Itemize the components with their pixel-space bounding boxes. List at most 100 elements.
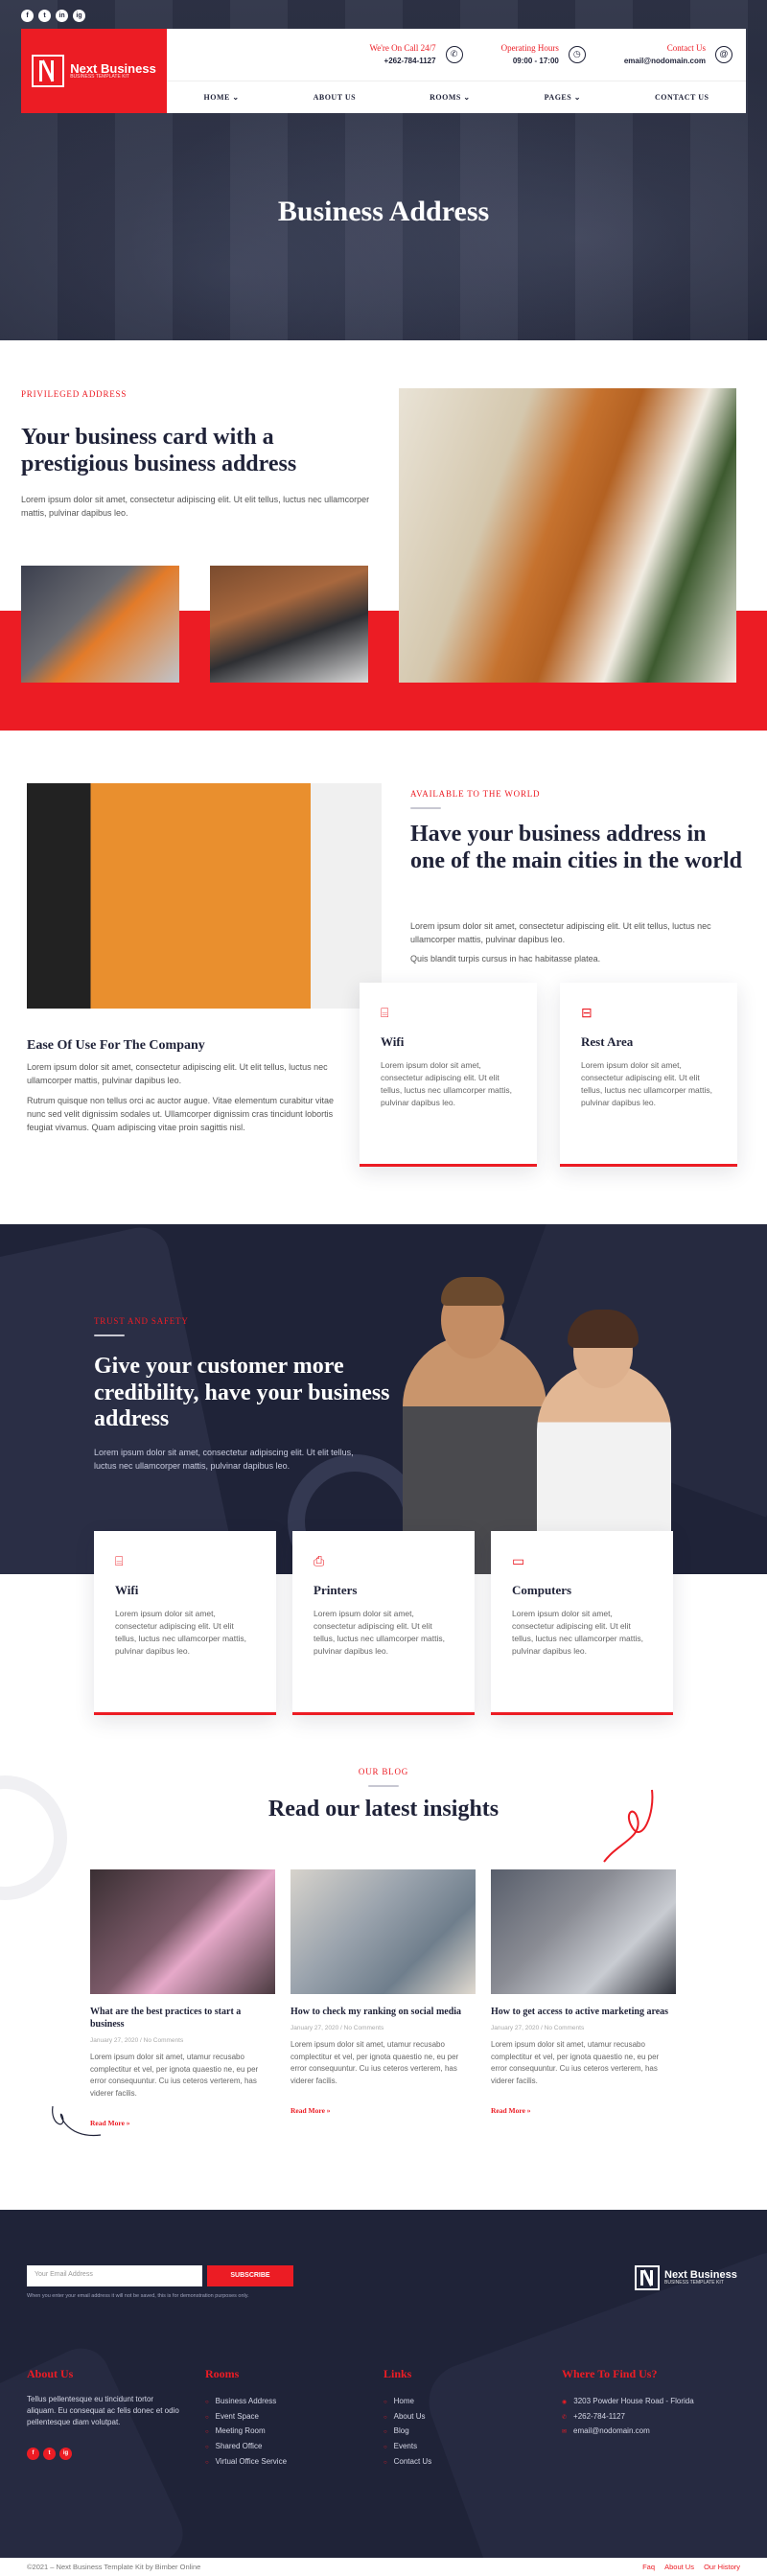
instagram-icon[interactable]: ig (59, 2448, 72, 2460)
footer-link[interactable]: ○ Shared Office (205, 2439, 287, 2454)
site-header: Next Business BUSINESS TEMPLATE KIT We're… (21, 29, 746, 113)
subscribe-button[interactable]: SUBSCRIBE (207, 2265, 293, 2286)
nav-item-rooms[interactable]: ROOMS ⌄ (430, 92, 470, 104)
footer-link[interactable]: ○ Event Space (205, 2409, 287, 2425)
blog-post-title[interactable]: How to check my ranking on social media (291, 2006, 476, 2018)
footer-link[interactable]: ○ Events (384, 2439, 431, 2454)
blog-post-card[interactable]: What are the best practices to start a b… (90, 1869, 275, 2128)
footer-heading: Rooms (205, 2367, 240, 2380)
read-more-link[interactable]: Read More » (90, 2118, 275, 2128)
feature-title: Wifi (115, 1583, 139, 1597)
blog-image[interactable] (291, 1869, 476, 1994)
read-more-link[interactable]: Read More » (291, 2105, 476, 2116)
footer-link[interactable]: ○ Blog (384, 2424, 431, 2439)
footer-heading: About Us (27, 2367, 74, 2380)
logo-mark-icon (32, 55, 65, 87)
main-nav: HOME ⌄ ABOUT US ROOMS ⌄ PAGES ⌄ CONTACT … (167, 81, 746, 113)
divider (368, 1785, 399, 1787)
section-text: Lorem ipsum dolor sit amet, consectetur … (21, 495, 370, 518)
bullet-icon: ○ (384, 2400, 387, 2405)
logo[interactable]: Next Business BUSINESS TEMPLATE KIT (21, 29, 167, 113)
contact-value[interactable]: email@nodomain.com (624, 56, 706, 67)
people-photo (393, 1277, 681, 1574)
bullet-icon: ○ (205, 2459, 209, 2466)
divider (410, 807, 441, 809)
blog-post-meta: January 27, 2020 / No Comments (291, 2025, 384, 2031)
nav-item-contact[interactable]: CONTACT US (655, 92, 709, 104)
divider (94, 1334, 125, 1336)
blog-post-meta: January 27, 2020 / No Comments (90, 2037, 184, 2044)
trust-section: TRUST AND SAFETY Give your customer more… (0, 1224, 767, 1756)
footer-email[interactable]: ✉ email@nodomain.com (562, 2424, 694, 2439)
blog-image[interactable] (90, 1869, 275, 1994)
blog-post-title[interactable]: What are the best practices to start a b… (90, 2006, 275, 2031)
nav-item-about[interactable]: ABOUT US (314, 92, 357, 104)
footer-link[interactable]: ○ Meeting Room (205, 2424, 287, 2439)
feature-text: Lorem ipsum dolor sit amet, consectetur … (581, 1059, 712, 1108)
footer-about: About Us Tellus pellentesque eu tincidun… (27, 2365, 180, 2460)
chevron-down-icon: ⌄ (573, 92, 581, 102)
blog-image[interactable] (491, 1869, 676, 1994)
bottom-link-faq[interactable]: Faq (642, 2563, 655, 2571)
blog-post-card[interactable]: How to check my ranking on social media … (291, 1869, 476, 2116)
twitter-icon[interactable]: t (43, 2448, 56, 2460)
team-photo (27, 783, 382, 1009)
footer-links: Links ○ Home ○ About Us ○ Blog ○ Events ○ Con… (384, 2365, 431, 2469)
sub-footer: ©2021 – Next Business Template Kit by Bi… (0, 2558, 767, 2576)
feature-card-wifi: ⌸ Wifi Lorem ipsum dolor sit amet, conse… (360, 983, 537, 1167)
feature-title: Printers (314, 1583, 358, 1597)
office-photo-1 (21, 566, 179, 683)
footer-heading: Where To Find Us? (562, 2367, 658, 2380)
footer-link[interactable]: ○ Contact Us (384, 2454, 431, 2470)
email-icon: @ (715, 46, 732, 63)
page-title: Business Address (277, 196, 490, 227)
newsletter-email-input[interactable]: Your Email Address (27, 2265, 202, 2286)
chevron-down-icon: ⌄ (232, 92, 240, 102)
blog-post-excerpt: Lorem ipsum dolor sit amet, utamur recus… (291, 2039, 459, 2086)
location-pin-icon: ◉ (562, 2400, 568, 2405)
feature-card-computers: ▭ Computers Lorem ipsum dolor sit amet, … (491, 1531, 673, 1715)
twitter-icon[interactable]: t (38, 10, 51, 22)
read-more-link[interactable]: Read More » (491, 2105, 676, 2116)
blog-post-card[interactable]: How to get access to active marketing ar… (491, 1869, 676, 2116)
bullet-icon: ○ (205, 2400, 209, 2405)
subsection-text-2: Rutrum quisque non tellus orci ac auctor… (27, 1096, 335, 1132)
instagram-icon[interactable]: ig (73, 10, 85, 22)
contact-title: Contact Us (666, 43, 706, 54)
logo-mark-icon (635, 2265, 660, 2290)
world-section: AVAILABLE TO THE WORLD Have your busines… (0, 731, 767, 1224)
blog-post-excerpt: Lorem ipsum dolor sit amet, utamur recus… (90, 2052, 259, 2099)
footer-link[interactable]: ○ Business Address (205, 2394, 287, 2409)
section-text: Lorem ipsum dolor sit amet, consectetur … (94, 1448, 354, 1471)
call-title: We're On Call 24/7 (369, 43, 436, 54)
footer-link[interactable]: ○ About Us (384, 2409, 431, 2425)
footer-link[interactable]: ○ Home (384, 2394, 431, 2409)
section-title: Give your customer more credibility, hav… (94, 1354, 390, 1432)
blog-post-title[interactable]: How to get access to active marketing ar… (491, 2006, 676, 2018)
call-value[interactable]: +262-784-1127 (369, 56, 436, 67)
section-eyebrow: OUR BLOG (358, 1767, 409, 1776)
section-eyebrow: TRUST AND SAFETY (94, 1316, 189, 1326)
section-eyebrow: AVAILABLE TO THE WORLD (410, 789, 541, 799)
chevron-down-icon: ⌄ (463, 92, 471, 102)
footer-link[interactable]: ○ Virtual Office Service (205, 2454, 287, 2470)
linkedin-icon[interactable]: in (56, 10, 68, 22)
sofa-icon: ⊟ (581, 1005, 593, 1020)
nav-item-pages[interactable]: PAGES ⌄ (545, 92, 581, 104)
facebook-icon[interactable]: f (27, 2448, 39, 2460)
nav-item-home[interactable]: HOME ⌄ (204, 92, 240, 104)
feature-card-rest-area: ⊟ Rest Area Lorem ipsum dolor sit amet, … (560, 983, 737, 1167)
footer-phone[interactable]: ✆ +262-784-1127 (562, 2409, 694, 2425)
facebook-icon[interactable]: f (21, 10, 34, 22)
blog-section: OUR BLOG Read our latest insights What a… (0, 1756, 767, 2210)
footer-logo[interactable]: Next Business BUSINESS TEMPLATE KIT (635, 2265, 737, 2290)
contact-info: Contact Us email@nodomain.com @ (624, 42, 732, 67)
feature-card-printers: ⎙ Printers Lorem ipsum dolor sit amet, c… (292, 1531, 475, 1715)
bottom-link-history[interactable]: Our History (704, 2563, 740, 2571)
bottom-link-about[interactable]: About Us (664, 2563, 694, 2571)
wifi-router-icon: ⌸ (381, 1005, 389, 1020)
subsection-title: Ease Of Use For The Company (27, 1038, 205, 1053)
site-footer: Your Email Address SUBSCRIBE When you en… (0, 2210, 767, 2558)
clock-icon: ◷ (568, 46, 586, 63)
privileged-address-section: PRIVILEGED ADDRESS Your business card wi… (0, 340, 767, 731)
